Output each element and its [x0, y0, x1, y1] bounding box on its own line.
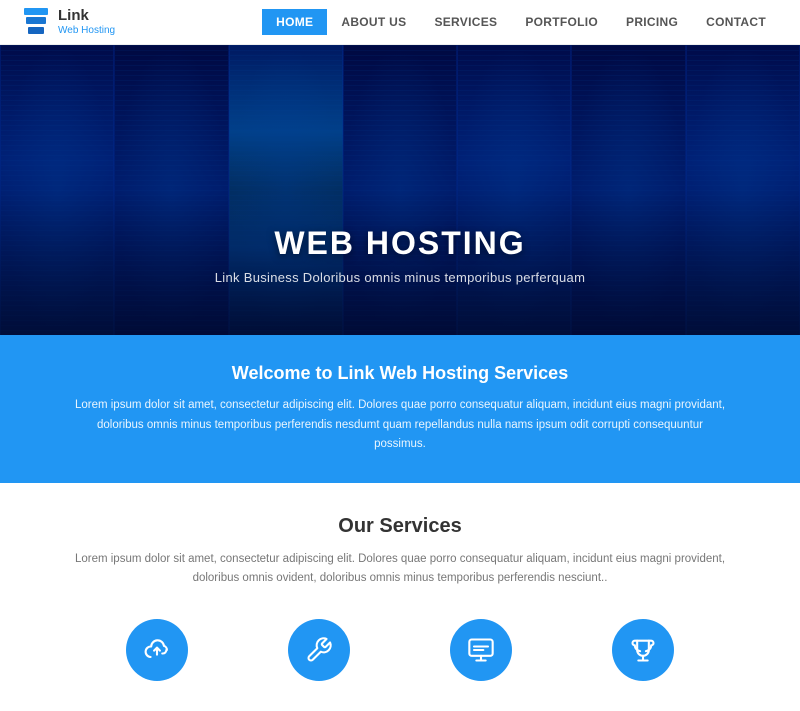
- tools-icon: [305, 636, 333, 664]
- welcome-section: Welcome to Link Web Hosting Services Lor…: [0, 335, 800, 483]
- welcome-heading: Welcome to Link Web Hosting Services: [60, 363, 740, 384]
- service-cloud-icon[interactable]: [126, 619, 188, 681]
- nav-services[interactable]: SERVICES: [420, 9, 511, 35]
- logo[interactable]: Link Web Hosting: [20, 6, 115, 38]
- service-icons-row: [40, 619, 760, 691]
- service-tools-icon[interactable]: [288, 619, 350, 681]
- hero-section: WEB HOSTING Link Business Doloribus omni…: [0, 45, 800, 335]
- logo-icon: [20, 6, 52, 38]
- nav-about[interactable]: ABOUT US: [327, 9, 420, 35]
- logo-name: Link: [58, 8, 115, 25]
- monitor-icon: [467, 636, 495, 664]
- services-section: Our Services Lorem ipsum dolor sit amet,…: [0, 483, 800, 711]
- hero-subtitle: Link Business Doloribus omnis minus temp…: [0, 270, 800, 285]
- logo-subtitle: Web Hosting: [58, 25, 115, 36]
- header: Link Web Hosting HOME ABOUT US SERVICES …: [0, 0, 800, 45]
- nav-home[interactable]: HOME: [262, 9, 327, 35]
- hero-title: WEB HOSTING: [0, 225, 800, 262]
- services-heading: Our Services: [40, 515, 760, 538]
- service-trophy-icon[interactable]: [612, 619, 674, 681]
- hero-overlay: [0, 45, 800, 335]
- main-nav: HOME ABOUT US SERVICES PORTFOLIO PRICING…: [262, 9, 780, 35]
- cloud-upload-icon: [143, 636, 171, 664]
- services-description: Lorem ipsum dolor sit amet, consectetur …: [70, 550, 730, 589]
- service-display-icon[interactable]: [450, 619, 512, 681]
- nav-contact[interactable]: CONTACT: [692, 9, 780, 35]
- nav-pricing[interactable]: PRICING: [612, 9, 692, 35]
- nav-portfolio[interactable]: PORTFOLIO: [511, 9, 612, 35]
- trophy-icon: [629, 636, 657, 664]
- hero-content: WEB HOSTING Link Business Doloribus omni…: [0, 225, 800, 285]
- welcome-body: Lorem ipsum dolor sit amet, consectetur …: [70, 396, 730, 455]
